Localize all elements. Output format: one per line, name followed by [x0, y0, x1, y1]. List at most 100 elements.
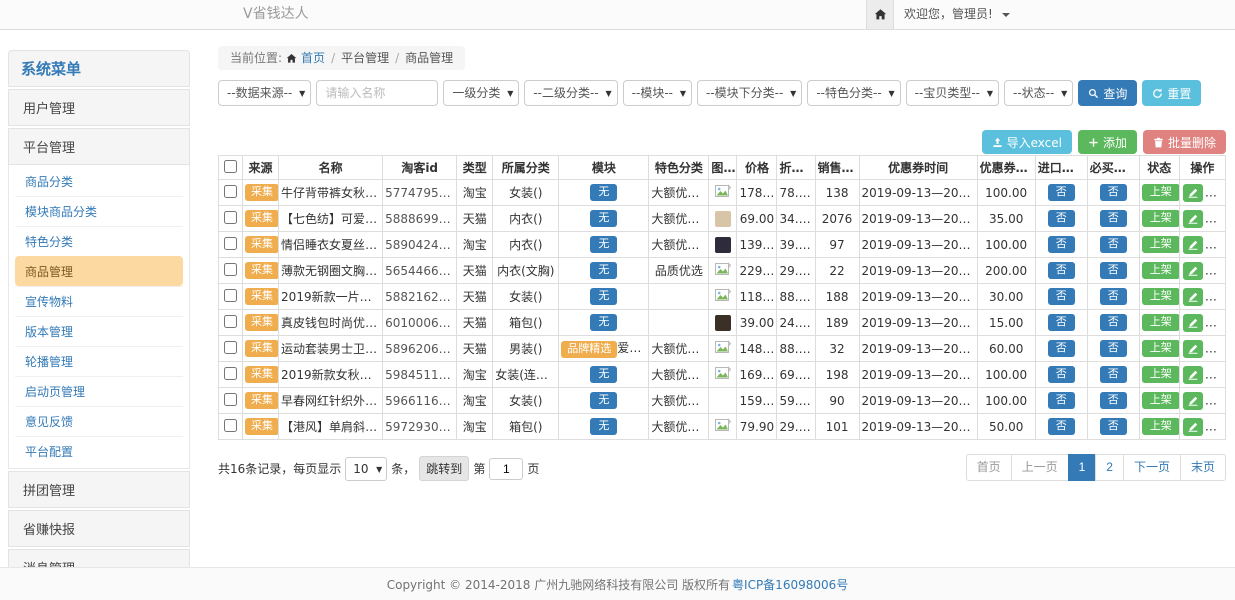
page-button-末页[interactable]: 末页 — [1180, 454, 1226, 481]
sidebar-item-0[interactable]: 商品分类 — [15, 167, 183, 196]
page-button-1[interactable]: 1 — [1068, 454, 1097, 481]
row-checkbox-cell — [219, 232, 243, 258]
filter-select-7[interactable]: --状态--▼ — [1004, 80, 1073, 106]
query-button[interactable]: 查询 — [1078, 80, 1137, 106]
must-buy-badge[interactable]: 否 — [1100, 418, 1127, 434]
must-buy-badge[interactable]: 否 — [1100, 288, 1127, 304]
import-select-badge[interactable]: 否 — [1048, 262, 1075, 278]
page-button-首页[interactable]: 首页 — [966, 454, 1012, 481]
page-number-input[interactable] — [489, 458, 523, 480]
import-select-badge[interactable]: 否 — [1048, 184, 1075, 200]
per-page-select[interactable]: 10 ▼ — [345, 457, 387, 481]
status-badge[interactable]: 上架 — [1142, 340, 1180, 356]
status-badge[interactable]: 上架 — [1142, 418, 1180, 434]
import-select-badge[interactable]: 否 — [1048, 236, 1075, 252]
import-select-badge[interactable]: 否 — [1048, 340, 1075, 356]
import-excel-button[interactable]: 导入excel — [982, 130, 1072, 154]
must-buy-badge[interactable]: 否 — [1100, 184, 1127, 200]
home-button[interactable] — [866, 0, 894, 29]
user-menu[interactable]: 欢迎您，管理员! — [904, 0, 1010, 29]
status-badge[interactable]: 上架 — [1142, 184, 1180, 200]
name-search-input[interactable] — [316, 80, 438, 106]
sidebar-section-1[interactable]: 平台管理 — [8, 128, 190, 165]
filter-select-6[interactable]: --宝贝类型--▼ — [906, 80, 999, 106]
must-buy-badge[interactable]: 否 — [1100, 236, 1127, 252]
category-cell: 女装() — [493, 180, 559, 206]
edit-button[interactable] — [1183, 288, 1203, 306]
filter-select-4[interactable]: --模块下分类--▼ — [697, 80, 802, 106]
breadcrumb-prefix: 当前位置: — [230, 46, 282, 70]
row-checkbox[interactable] — [224, 185, 237, 198]
must-buy-cell: 否 — [1087, 232, 1139, 258]
sidebar-section-bottom-1[interactable]: 省赚快报 — [8, 510, 190, 547]
icp-link[interactable]: 粤ICP备16098006号 — [732, 576, 848, 593]
row-checkbox[interactable] — [224, 393, 237, 406]
sidebar-item-5[interactable]: 版本管理 — [15, 316, 183, 346]
row-checkbox[interactable] — [224, 289, 237, 302]
status-badge[interactable]: 上架 — [1142, 236, 1180, 252]
sidebar-item-8[interactable]: 意见反馈 — [15, 406, 183, 436]
edit-button[interactable] — [1183, 392, 1203, 410]
must-buy-badge[interactable]: 否 — [1100, 314, 1127, 330]
edit-button[interactable] — [1183, 314, 1203, 332]
must-buy-cell: 否 — [1087, 336, 1139, 362]
row-checkbox-cell — [219, 180, 243, 206]
page-button-2[interactable]: 2 — [1095, 454, 1124, 481]
sidebar-item-2[interactable]: 特色分类 — [15, 226, 183, 256]
import-select-badge[interactable]: 否 — [1048, 210, 1075, 226]
page-button-上一页[interactable]: 上一页 — [1011, 454, 1069, 481]
status-badge[interactable]: 上架 — [1142, 288, 1180, 304]
filter-select-3[interactable]: --模块--▼ — [623, 80, 692, 106]
must-buy-badge[interactable]: 否 — [1100, 366, 1127, 382]
import-select-badge[interactable]: 否 — [1048, 314, 1075, 330]
page-button-下一页[interactable]: 下一页 — [1123, 454, 1181, 481]
row-checkbox[interactable] — [224, 367, 237, 380]
import-select-badge[interactable]: 否 — [1048, 366, 1075, 382]
edit-button[interactable] — [1183, 236, 1203, 254]
type-cell: 淘宝 — [457, 414, 493, 440]
add-button[interactable]: 添加 — [1078, 130, 1137, 154]
import-select-badge[interactable]: 否 — [1048, 288, 1075, 304]
sidebar-item-9[interactable]: 平台配置 — [15, 436, 183, 466]
select-all-checkbox[interactable] — [224, 160, 237, 173]
must-buy-badge[interactable]: 否 — [1100, 340, 1127, 356]
filter-select-2[interactable]: --二级分类--▼ — [524, 80, 617, 106]
row-checkbox[interactable] — [224, 419, 237, 432]
feature-cell — [649, 310, 709, 336]
filter-select-datasource[interactable]: --数据来源--▼ — [218, 80, 311, 106]
row-checkbox[interactable] — [224, 237, 237, 250]
status-badge[interactable]: 上架 — [1142, 366, 1180, 382]
import-select-badge[interactable]: 否 — [1048, 392, 1075, 408]
row-checkbox[interactable] — [224, 263, 237, 276]
row-checkbox[interactable] — [224, 341, 237, 354]
sidebar-item-7[interactable]: 启动页管理 — [15, 376, 183, 406]
edit-button[interactable] — [1183, 366, 1203, 384]
sidebar-item-6[interactable]: 轮播管理 — [15, 346, 183, 376]
jump-to-button[interactable]: 跳转到 — [419, 456, 469, 481]
import-select-badge[interactable]: 否 — [1048, 418, 1075, 434]
status-badge[interactable]: 上架 — [1142, 314, 1180, 330]
filter-select-5[interactable]: --特色分类--▼ — [807, 80, 900, 106]
row-checkbox[interactable] — [224, 315, 237, 328]
sidebar-section-0[interactable]: 用户管理 — [8, 89, 190, 126]
sidebar-item-1[interactable]: 模块商品分类 — [15, 196, 183, 226]
batch-delete-button[interactable]: 批量删除 — [1143, 130, 1226, 154]
must-buy-badge[interactable]: 否 — [1100, 392, 1127, 408]
status-badge[interactable]: 上架 — [1142, 262, 1180, 278]
reset-button[interactable]: 重置 — [1142, 80, 1201, 106]
filter-select-1[interactable]: 一级分类▼ — [443, 80, 519, 106]
edit-button[interactable] — [1183, 418, 1203, 436]
status-badge[interactable]: 上架 — [1142, 392, 1180, 408]
must-buy-badge[interactable]: 否 — [1100, 210, 1127, 226]
row-checkbox[interactable] — [224, 211, 237, 224]
edit-button[interactable] — [1183, 262, 1203, 280]
sidebar-section-bottom-0[interactable]: 拼团管理 — [8, 471, 190, 508]
breadcrumb-home-link[interactable]: 首页 — [301, 46, 325, 70]
status-badge[interactable]: 上架 — [1142, 210, 1180, 226]
sidebar-item-4[interactable]: 宣传物料 — [15, 286, 183, 316]
edit-button[interactable] — [1183, 210, 1203, 228]
must-buy-badge[interactable]: 否 — [1100, 262, 1127, 278]
edit-button[interactable] — [1183, 184, 1203, 202]
sidebar-item-3[interactable]: 商品管理 — [15, 256, 183, 286]
edit-button[interactable] — [1183, 340, 1203, 358]
